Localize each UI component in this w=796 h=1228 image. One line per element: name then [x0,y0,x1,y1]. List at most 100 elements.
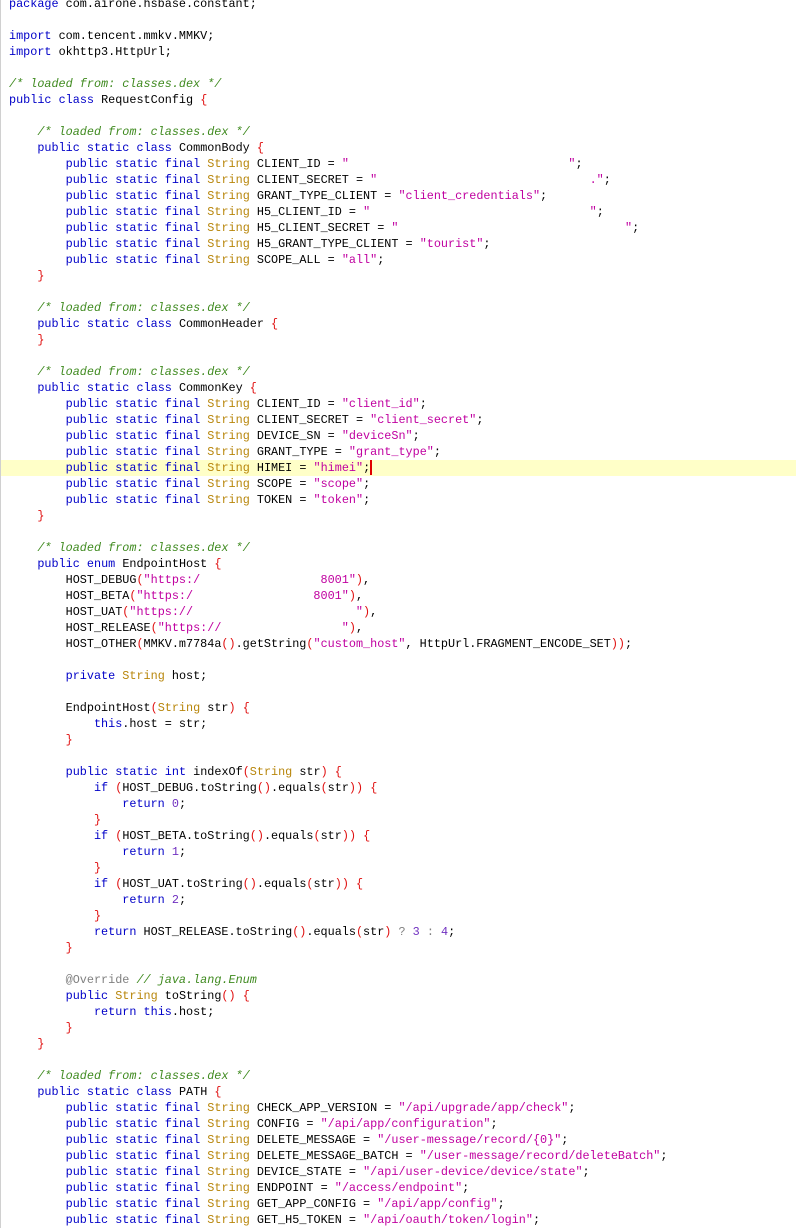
code-line[interactable]: return 2; [9,892,796,908]
bracket-token: ) [334,877,342,891]
code-line[interactable] [9,60,796,76]
code-line[interactable]: } [9,940,796,956]
code-line[interactable]: } [9,908,796,924]
code-line[interactable]: /* loaded from: classes.dex */ [9,1068,796,1084]
bracket-token: ( [313,829,321,843]
code-line[interactable]: /* loaded from: classes.dex */ [9,76,796,92]
code-line[interactable] [9,108,796,124]
keyword-token: static [115,1197,158,1211]
code-line[interactable]: public static final String CLIENT_SECRET… [9,172,796,188]
code-line[interactable]: private String host; [9,668,796,684]
keyword-token: public [37,317,80,331]
code-line[interactable]: /* loaded from: classes.dex */ [9,124,796,140]
code-line[interactable]: if (HOST_DEBUG.toString().equals(str)) { [9,780,796,796]
code-line[interactable]: public String toString() { [9,988,796,1004]
code-line[interactable]: public static final String DELETE_MESSAG… [9,1148,796,1164]
type-token: String [207,1213,250,1227]
code-line[interactable]: EndpointHost(String str) { [9,700,796,716]
comment-token: /* loaded from: classes.dex */ [37,365,250,379]
code-line[interactable]: public static final String GET_APP_CONFI… [9,1196,796,1212]
code-line[interactable]: if (HOST_BETA.toString().equals(str)) { [9,828,796,844]
code-line[interactable]: } [9,1036,796,1052]
code-line[interactable]: public static final String SCOPE_ALL = "… [9,252,796,268]
code-line[interactable]: return 1; [9,844,796,860]
type-token: String [115,989,158,1003]
code-line[interactable]: /* loaded from: classes.dex */ [9,364,796,380]
code-line[interactable]: public static final String ENDPOINT = "/… [9,1180,796,1196]
code-line[interactable]: public static final String H5_CLIENT_SEC… [9,220,796,236]
code-line[interactable]: public class RequestConfig { [9,92,796,108]
code-line[interactable]: if (HOST_UAT.toString().equals(str)) { [9,876,796,892]
code-line[interactable]: public static final String TOKEN = "toke… [9,492,796,508]
code-line[interactable]: public static final String CLIENT_ID = "… [9,396,796,412]
code-line-current[interactable]: public static final String HIMEI = "hime… [1,460,796,476]
code-line[interactable]: } [9,332,796,348]
keyword-token: static [115,1117,158,1131]
code-line[interactable]: public static final String DEVICE_STATE … [9,1164,796,1180]
code-line[interactable]: @Override // java.lang.Enum [9,972,796,988]
bracket-token: ( [150,701,158,715]
code-line[interactable]: public static final String GRANT_TYPE_CL… [9,188,796,204]
keyword-token: import [9,29,52,43]
keyword-token: public [65,157,109,171]
code-line[interactable]: this.host = str; [9,716,796,732]
code-line[interactable]: public static final String CHECK_APP_VER… [9,1100,796,1116]
code-line[interactable]: } [9,1020,796,1036]
code-line[interactable]: } [9,732,796,748]
code-line[interactable]: public static final String SCOPE = "scop… [9,476,796,492]
keyword-token: private [65,669,116,683]
code-line[interactable]: public static final String DEVICE_SN = "… [9,428,796,444]
code-line[interactable] [9,684,796,700]
code-line[interactable]: HOST_UAT("https:// "), [9,604,796,620]
code-line[interactable]: public static final String H5_GRANT_TYPE… [9,236,796,252]
code-line[interactable] [9,1052,796,1068]
comment-token: /* loaded from: classes.dex */ [37,125,250,139]
bracket-token: { [256,141,264,155]
code-line[interactable]: } [9,508,796,524]
keyword-token: static [115,205,158,219]
code-line[interactable]: public static final String GET_H5_TOKEN … [9,1212,796,1228]
bracket-token: { [200,93,208,107]
code-line[interactable] [9,748,796,764]
code-editor[interactable]: package com.airone.hsbase.constant; impor… [0,0,796,1228]
code-line[interactable]: /* loaded from: classes.dex */ [9,540,796,556]
code-line[interactable]: public static final String CLIENT_SECRET… [9,412,796,428]
code-line[interactable]: package com.airone.hsbase.constant; [9,0,796,12]
bracket-token: { [370,781,378,795]
code-line[interactable]: public static final String CONFIG = "/ap… [9,1116,796,1132]
code-line[interactable]: public static final String DELETE_MESSAG… [9,1132,796,1148]
code-line[interactable]: } [9,268,796,284]
code-line[interactable]: HOST_RELEASE("https:// "), [9,620,796,636]
code-line[interactable]: import com.tencent.mmkv.MMKV; [9,28,796,44]
type-token: String [207,1101,250,1115]
keyword-token: public [65,221,109,235]
code-line[interactable]: HOST_BETA("https:/ 8001"), [9,588,796,604]
code-content[interactable]: package com.airone.hsbase.constant; impor… [1,0,796,1228]
code-line[interactable] [9,348,796,364]
code-line[interactable] [9,284,796,300]
code-line[interactable]: public static final String H5_CLIENT_ID … [9,204,796,220]
code-line[interactable]: } [9,812,796,828]
code-line[interactable] [9,956,796,972]
code-line[interactable] [9,652,796,668]
code-line[interactable]: public enum EndpointHost { [9,556,796,572]
code-line[interactable]: HOST_DEBUG("https:/ 8001"), [9,572,796,588]
code-line[interactable]: public static final String GRANT_TYPE = … [9,444,796,460]
code-line[interactable]: public static class CommonHeader { [9,316,796,332]
code-line[interactable]: import okhttp3.HttpUrl; [9,44,796,60]
code-line[interactable]: public static int indexOf(String str) { [9,764,796,780]
code-line[interactable]: return this.host; [9,1004,796,1020]
code-line[interactable]: public static class CommonKey { [9,380,796,396]
code-line[interactable]: public static class CommonBody { [9,140,796,156]
code-line[interactable]: } [9,860,796,876]
code-line[interactable]: HOST_OTHER(MMKV.m7784a().getString("cust… [9,636,796,652]
keyword-token: static [115,237,158,251]
code-line[interactable]: public static class PATH { [9,1084,796,1100]
code-line[interactable]: return 0; [9,796,796,812]
code-line[interactable]: public static final String CLIENT_ID = "… [9,156,796,172]
code-line[interactable] [9,12,796,28]
code-line[interactable]: /* loaded from: classes.dex */ [9,300,796,316]
keyword-token: final [164,237,201,251]
code-line[interactable]: return HOST_RELEASE.toString().equals(st… [9,924,796,940]
code-line[interactable] [9,524,796,540]
